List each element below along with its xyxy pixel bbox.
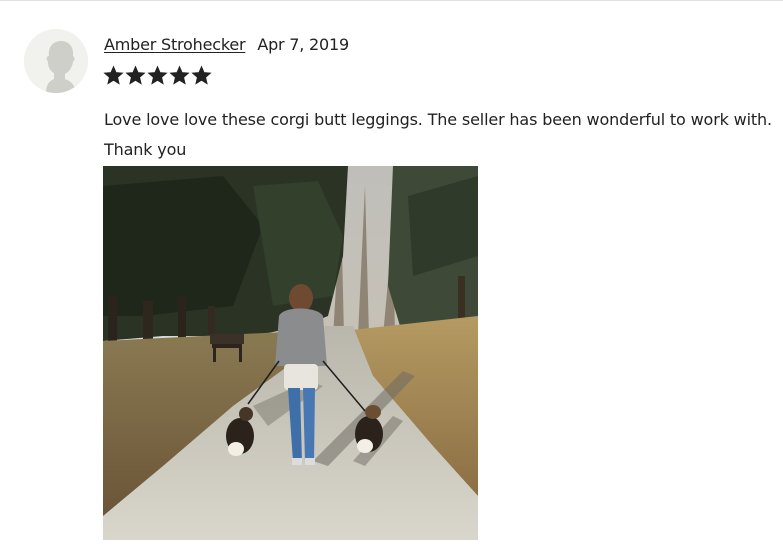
review-date: Apr 7, 2019 (257, 34, 349, 54)
review-header: Amber Strohecker Apr 7, 2019 (104, 32, 349, 56)
filled-star-icon (147, 65, 168, 86)
review-card: Amber Strohecker Apr 7, 2019 Love love l… (0, 0, 783, 552)
reviewer-avatar[interactable] (24, 29, 88, 93)
reviewer-name-link[interactable]: Amber Strohecker (104, 35, 246, 54)
filled-star-icon (103, 65, 124, 86)
filled-star-icon (191, 65, 212, 86)
star-rating (103, 65, 212, 86)
filled-star-icon (169, 65, 190, 86)
filled-star-icon (125, 65, 146, 86)
review-photo-image (103, 166, 478, 540)
review-photo[interactable] (103, 166, 478, 540)
divider (0, 0, 783, 1)
default-user-avatar-icon (24, 29, 88, 93)
review-text: Love love love these corgi butt leggings… (104, 110, 772, 159)
